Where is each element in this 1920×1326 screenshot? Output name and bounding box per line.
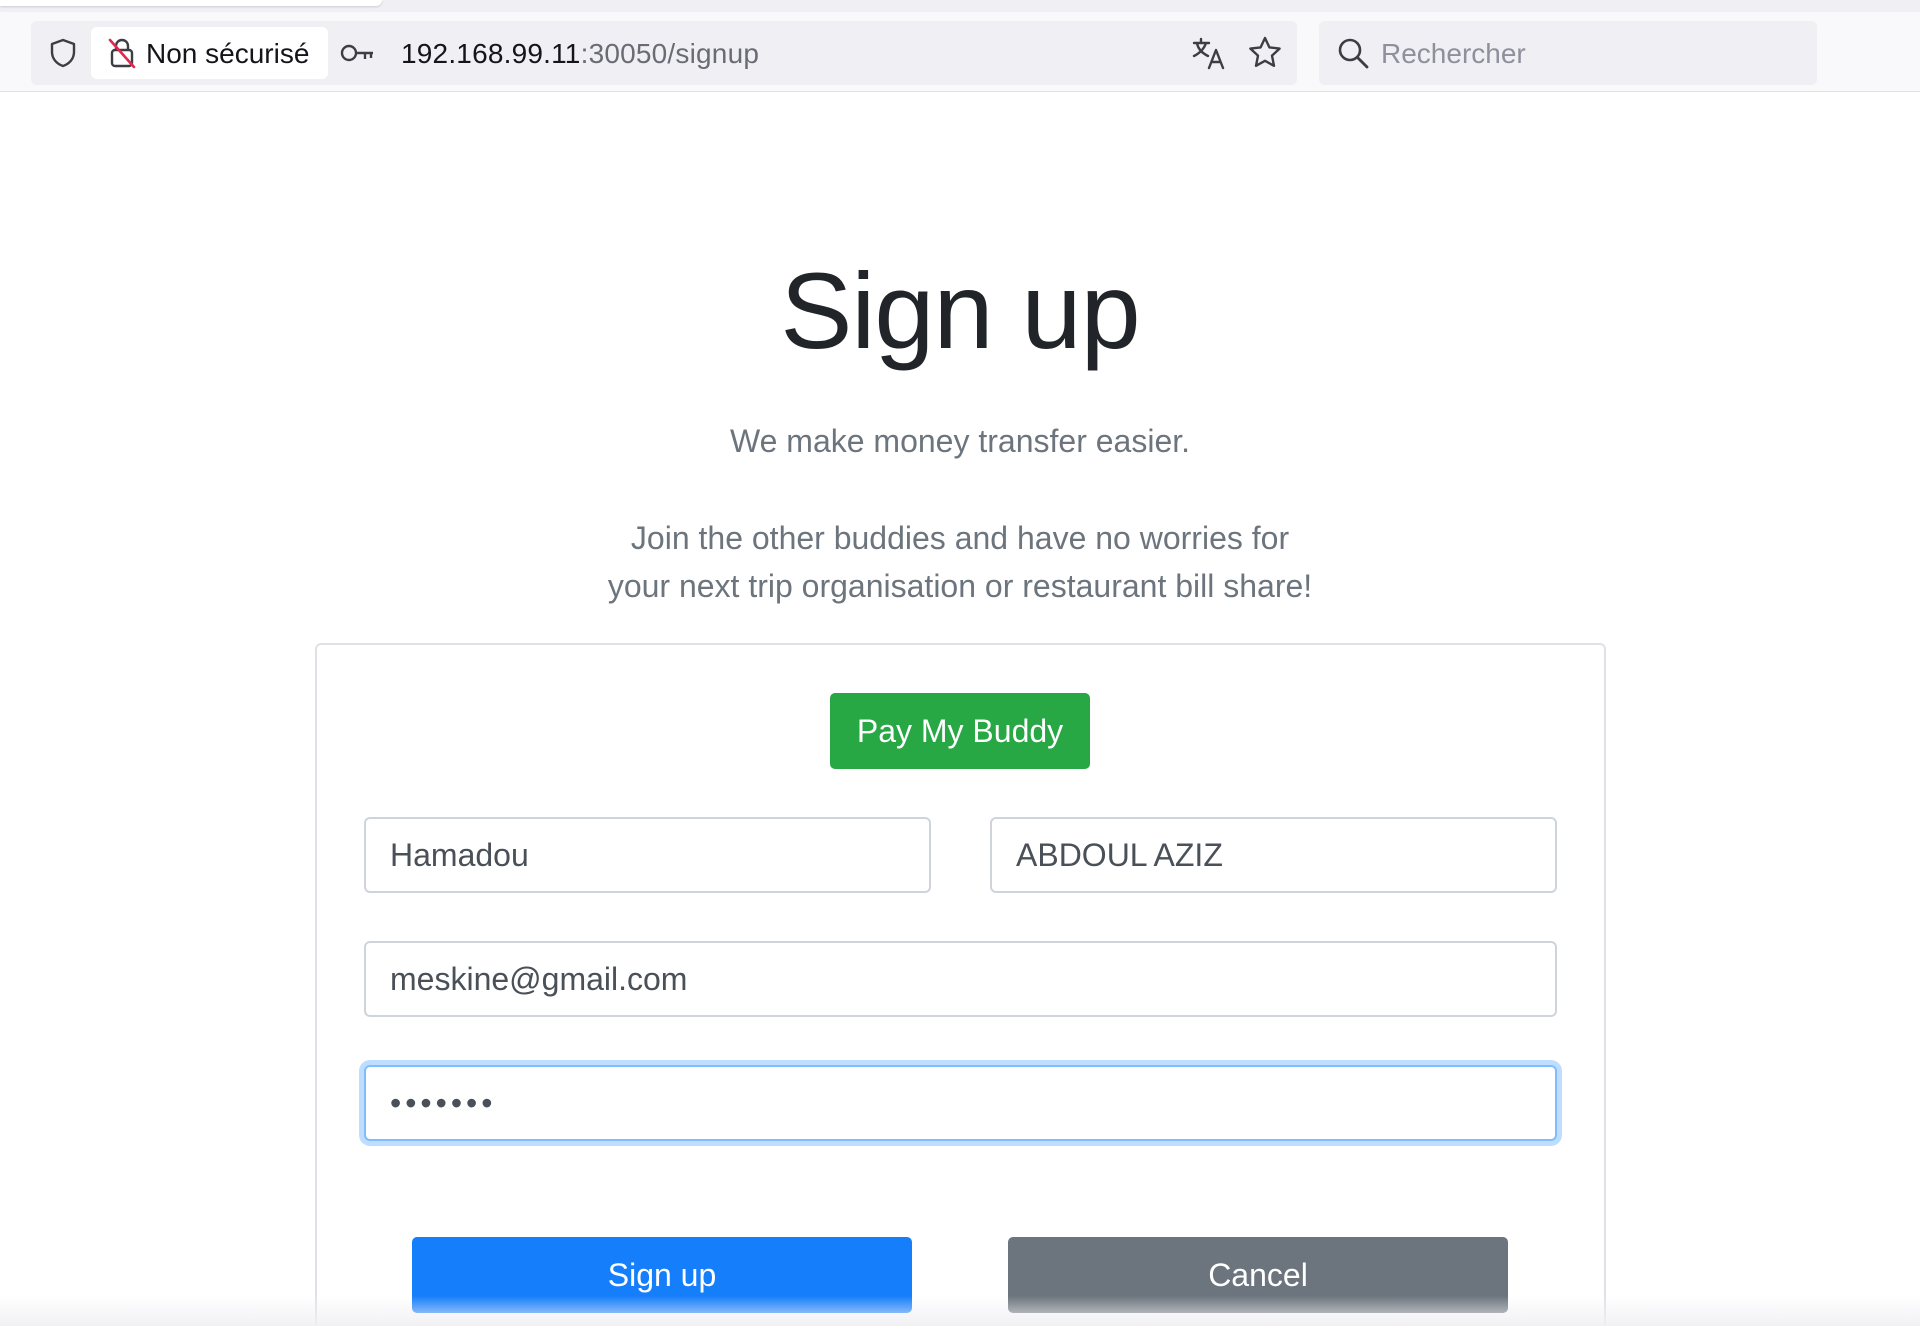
search-icon — [1338, 38, 1369, 69]
first-name-input[interactable] — [364, 817, 931, 893]
pay-my-buddy-button[interactable]: Pay My Buddy — [830, 693, 1090, 769]
security-label: Non sécurisé — [146, 38, 310, 69]
lead-text-line-2: Join the other buddies and have no worri… — [630, 520, 1290, 556]
search-bar[interactable]: Rechercher — [1319, 21, 1817, 85]
translate-icon[interactable] — [1191, 35, 1227, 71]
shield-icon[interactable] — [47, 37, 79, 69]
page-title: Sign up — [780, 250, 1140, 371]
url-path: :30050/signup — [580, 38, 760, 69]
active-tab[interactable] — [0, 0, 382, 6]
email-input[interactable] — [364, 941, 1557, 1017]
bottom-edge — [0, 1296, 1920, 1326]
key-icon[interactable] — [340, 39, 376, 67]
address-bar[interactable]: Non sécurisé 192.168.99.11:30050/signup — [31, 21, 1297, 85]
lead-text-line-3: your next trip organisation or restauran… — [607, 568, 1313, 604]
tab-strip — [0, 0, 1920, 12]
lead-text-line-1: We make money transfer easier. — [729, 423, 1191, 459]
password-input[interactable] — [364, 1065, 1557, 1141]
last-name-input[interactable] — [990, 817, 1557, 893]
security-indicator[interactable]: Non sécurisé — [91, 27, 328, 79]
url-host: 192.168.99.11 — [401, 38, 581, 69]
browser-toolbar: Non sécurisé 192.168.99.11:30050/signup … — [0, 12, 1920, 92]
lock-off-icon — [108, 38, 136, 69]
star-icon[interactable] — [1247, 35, 1283, 71]
url-text[interactable]: 192.168.99.11:30050/signup — [401, 38, 759, 70]
search-placeholder: Rechercher — [1381, 38, 1526, 69]
